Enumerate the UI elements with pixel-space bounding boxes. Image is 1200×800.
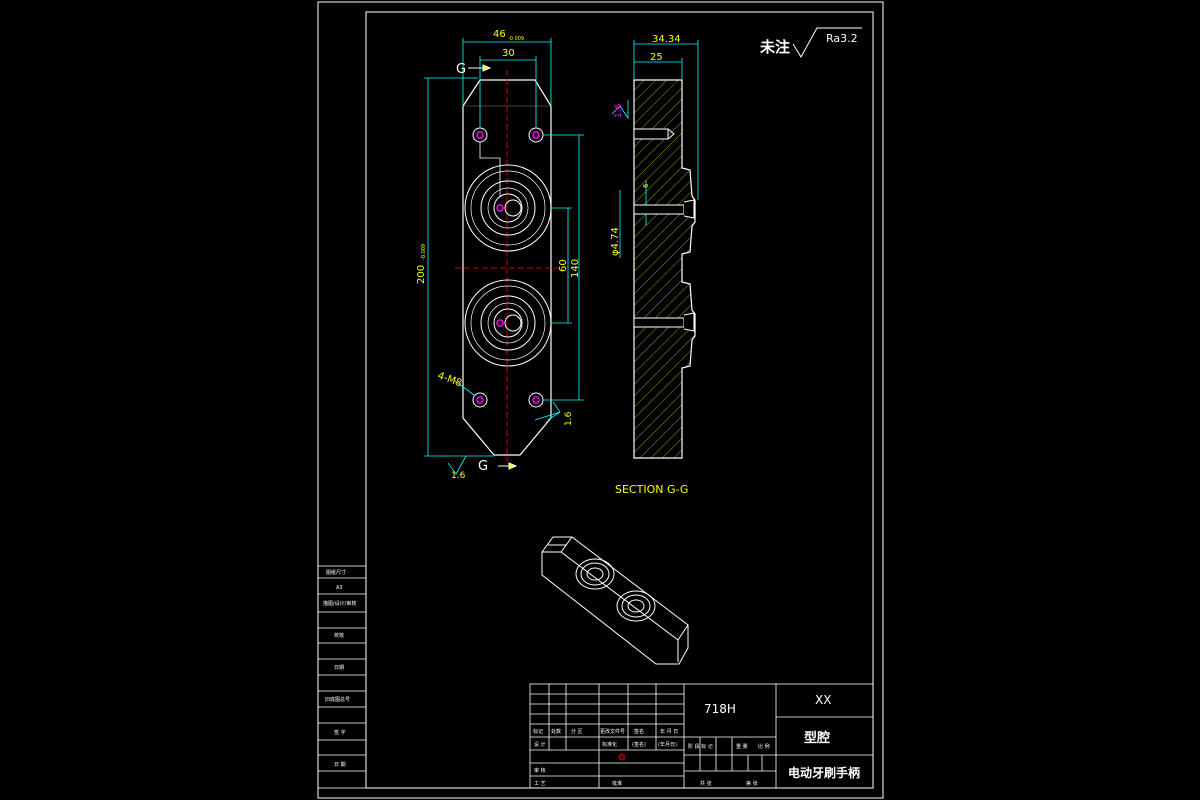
left-table-row-3: 校核 (334, 632, 344, 639)
dim-section-hole-dia: φ4.74 (610, 227, 621, 256)
title-part-type: 型腔 (804, 730, 830, 746)
title-material: 718H (704, 702, 736, 716)
tb-mid-2: (年月日) (658, 741, 677, 748)
left-table-row-4: 日期 (334, 665, 344, 671)
tb-header-5: 年 月 日 (660, 728, 678, 735)
dim-rough-bottom: 1.6 (451, 471, 466, 481)
cavity-lower (464, 279, 552, 367)
bolt-hole-bl (472, 392, 488, 408)
tb-sheet-1: 第 张 (746, 780, 758, 787)
left-table-row-0: 图纸尺寸 (326, 569, 346, 576)
section-view: 34.34 25 1.6 φ4.74 6 SECTION G-G (610, 34, 699, 496)
left-table-row-1: A3 (336, 585, 343, 591)
left-table-row-5: 旧底图总号 (325, 696, 350, 703)
tb-header-3: 更改文件号 (600, 728, 625, 735)
title-company: XX (815, 693, 831, 707)
tb-stage-2: 比 例 (758, 743, 770, 750)
dim-rough-right: 1.6 (564, 411, 574, 426)
front-view: 46 -0.009 30 200 -0.009 140 60 4-M8 1.6 … (416, 29, 584, 481)
cavity-upper (464, 164, 552, 252)
tb-header-1: 处数 (551, 728, 561, 735)
left-side-table: 图纸尺寸 A3 描图/设计/审核 校核 日期 旧底图总号 签 字 日 期 (317, 565, 367, 789)
dim-section-width-inner: 25 (650, 52, 663, 63)
tb-header-4: 签名 (634, 728, 644, 735)
front-dimensions (424, 38, 584, 475)
tb-header-0: 标记 (533, 728, 543, 735)
tb-mid-0: 标准化 (602, 741, 617, 748)
tb-header-2: 分 区 (571, 728, 583, 735)
dim-hole-note: 4-M8 (436, 370, 463, 389)
roughness-note: 未注 Ra3.2 (759, 27, 862, 58)
tb-mid-1: (签名) (632, 741, 646, 748)
dim-spacing-60: 60 (558, 259, 569, 272)
tb-sheet-0: 共 张 (700, 780, 712, 787)
section-letter-top: G (456, 62, 466, 77)
tb-stage-0: 阶 段 标 记 (688, 743, 713, 750)
dim-section-rough: 1.6 (614, 103, 624, 118)
projection-symbol-icon (618, 753, 626, 761)
bolt-hole-tr (528, 127, 544, 143)
left-table-row-7: 日 期 (334, 762, 346, 768)
isometric-view (541, 536, 689, 665)
dim-height-tol: -0.009 (421, 244, 427, 260)
dim-width-top: 46 (493, 29, 506, 40)
left-table-row-2: 描图/设计/审核 (323, 600, 356, 607)
bolt-hole-tl (472, 127, 488, 143)
bolt-hole-br (528, 392, 544, 408)
roughness-value: Ra3.2 (826, 32, 858, 45)
left-table-row-6: 签 字 (334, 729, 346, 736)
section-caption: SECTION G-G (615, 483, 688, 496)
dim-section-width-total: 34.34 (652, 34, 681, 45)
cad-drawing: 未注 Ra3.2 46 -0.009 30 200 -0.009 140 60 … (317, 1, 884, 799)
section-arrows (468, 64, 518, 470)
roughness-label: 未注 (759, 38, 790, 56)
section-letter-bottom: G (478, 459, 488, 474)
dim-section-small: 6 (642, 183, 650, 188)
dim-width-inner: 30 (502, 48, 515, 59)
sheet-frame (317, 1, 884, 799)
dim-width-top-tol: -0.009 (508, 36, 524, 42)
tb-left-2: 工 艺 (534, 781, 546, 787)
title-block: 718H XX 型腔 电动牙刷手柄 标记 处数 分 区 更改文件号 签名 年 月… (529, 683, 874, 789)
dim-height: 200 (416, 265, 427, 284)
tb-stage-1: 重 量 (736, 743, 748, 750)
tb-left-1: 审 核 (534, 767, 546, 774)
dim-spacing-140: 140 (570, 259, 581, 278)
tb-approve: 批准 (612, 780, 622, 787)
tb-left-0: 设 计 (534, 741, 546, 748)
title-product: 电动牙刷手柄 (788, 765, 860, 780)
